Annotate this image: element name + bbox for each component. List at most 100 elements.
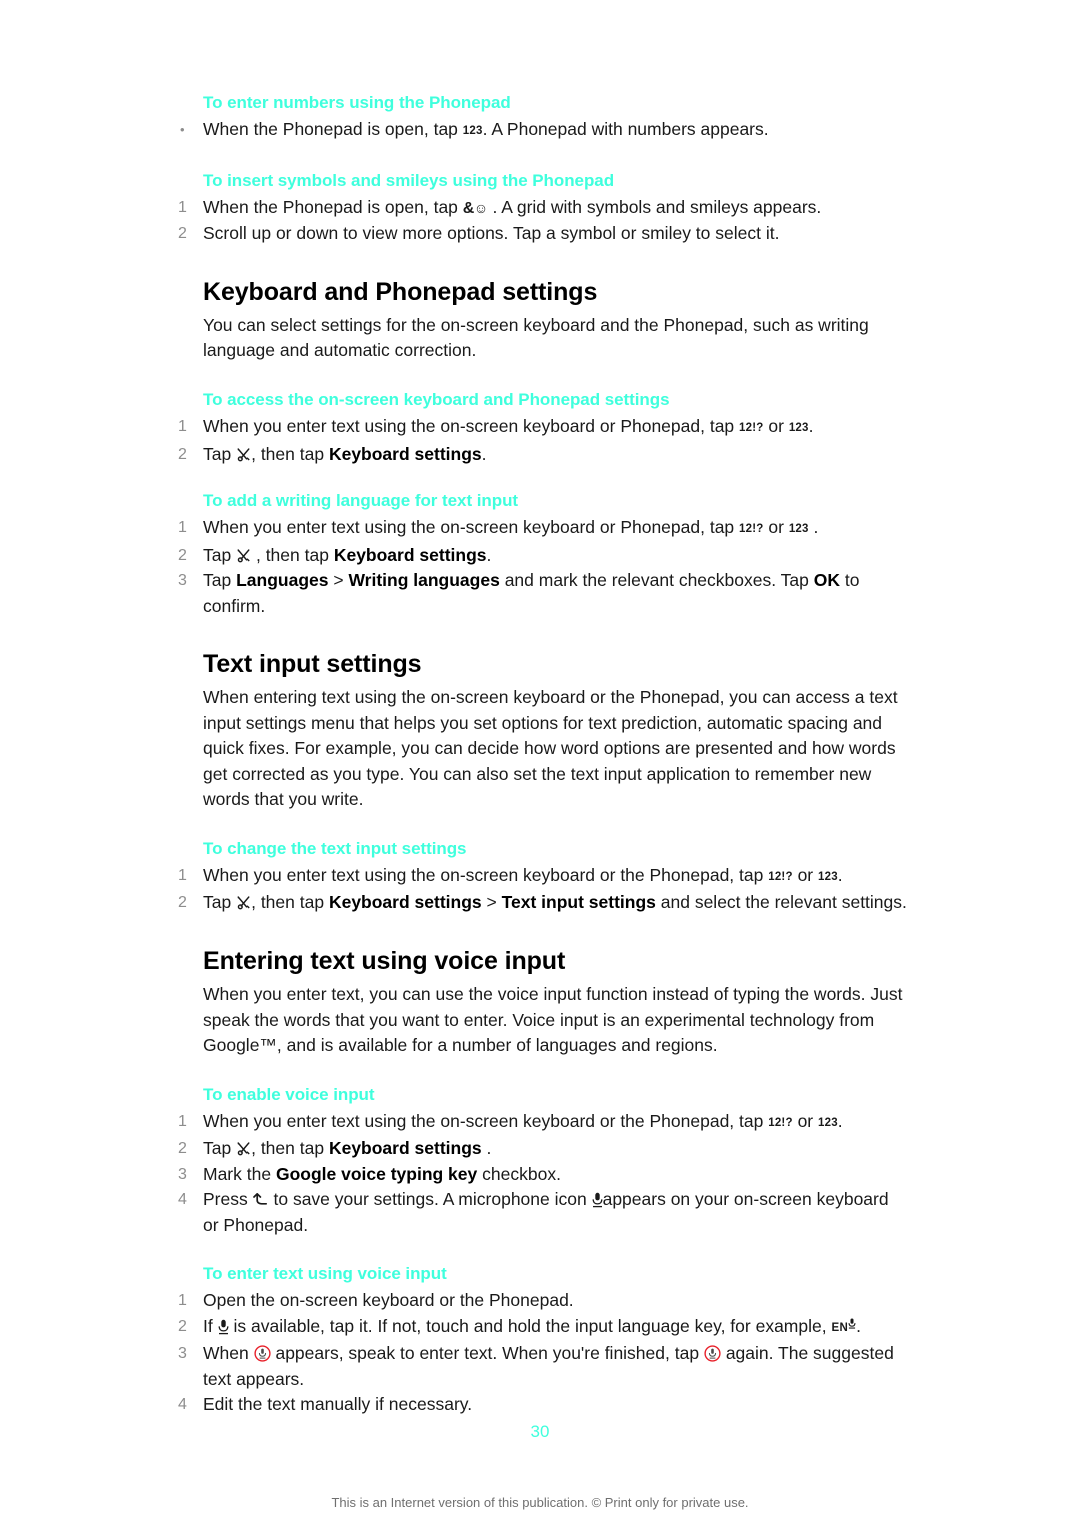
step-bold-term-1: Keyboard settings bbox=[328, 892, 482, 913]
microphone-icon-small bbox=[848, 1318, 856, 1329]
procedure-change-text-input: To change the text input settings 1 When … bbox=[178, 838, 908, 916]
step-text-b: checkbox. bbox=[482, 1163, 561, 1184]
step-text-d: and select the relevant settings. bbox=[660, 892, 907, 913]
microphone-icon bbox=[592, 1192, 603, 1208]
step-marker: 3 bbox=[178, 1165, 187, 1183]
step-marker: 2 bbox=[178, 546, 187, 564]
step-marker: 2 bbox=[178, 894, 187, 912]
step-text-c: . bbox=[486, 1138, 492, 1159]
step-marker: 2 bbox=[178, 1317, 187, 1335]
step-bold-term-3: OK bbox=[813, 570, 840, 591]
step-list: 1 Open the on-screen keyboard or the Phon… bbox=[178, 1288, 908, 1418]
step-marker: 4 bbox=[178, 1191, 187, 1209]
procedure-title: To access the on-screen keyboard and Pho… bbox=[203, 389, 670, 409]
step-text-a: Mark the bbox=[203, 1163, 272, 1184]
list-item: 3 Tap Languages > Writing languages and m… bbox=[178, 568, 908, 619]
tools-icon bbox=[236, 447, 251, 462]
list-item: 1 When you enter text using the on-screen… bbox=[178, 1109, 908, 1137]
step-text-b: appears, speak to enter text. When you'r… bbox=[275, 1343, 700, 1364]
step-text-c: . bbox=[481, 443, 487, 464]
procedure-title: To insert symbols and smileys using the … bbox=[203, 170, 615, 190]
symbols-key-icon: 12!? bbox=[768, 870, 793, 883]
step-marker: 1 bbox=[178, 866, 187, 884]
tools-icon bbox=[236, 1141, 251, 1156]
bullet-marker: • bbox=[180, 122, 185, 138]
section-keyboard-phonepad-settings: Keyboard and Phonepad settings You can s… bbox=[178, 277, 908, 364]
step-text-b: is available, tap it. If not, touch and … bbox=[233, 1315, 827, 1336]
section-heading: Keyboard and Phonepad settings bbox=[203, 277, 598, 306]
symbols-smileys-key-icon: &☺ bbox=[462, 199, 488, 217]
step-text-or: or bbox=[797, 1110, 814, 1131]
step-text-b: , then tap bbox=[255, 544, 329, 565]
list-item: 1 When you enter text using the on-screen… bbox=[178, 515, 908, 543]
step-text-a: Tap bbox=[203, 443, 232, 464]
numbers-key-icon: 123 bbox=[788, 422, 809, 435]
section-intro-paragraph: You can select settings for the on-scree… bbox=[203, 314, 869, 361]
step-marker: 1 bbox=[178, 418, 187, 436]
step-marker: 1 bbox=[178, 1112, 187, 1130]
footer-note: This is an Internet version of this publ… bbox=[331, 1495, 749, 1510]
step-bold-term: Keyboard settings bbox=[328, 1138, 482, 1159]
step-list: 1 When you enter text using the on-screen… bbox=[178, 515, 908, 619]
procedure-enable-voice: To enable voice input 1 When you enter te… bbox=[178, 1084, 908, 1239]
list-item: • When the Phonepad is open, tap 123. A P… bbox=[178, 117, 908, 145]
step-text-a: When you enter text using the on-screen … bbox=[203, 416, 735, 437]
document-page: To enter numbers using the Phonepad • Whe… bbox=[0, 0, 1080, 1527]
step-text-a: When the Phonepad is open, tap bbox=[203, 196, 458, 217]
step-text-sep: > bbox=[486, 892, 497, 913]
step-text: Scroll up or down to view more options. … bbox=[203, 223, 780, 244]
list-item: 2 Tap , then tap Keyboard settings. bbox=[178, 543, 908, 569]
language-key-icon: EN bbox=[831, 1318, 856, 1334]
step-list: 1 When you enter text using the on-screen… bbox=[178, 414, 908, 467]
step-text-a: When you enter text using the on-screen … bbox=[203, 517, 735, 538]
step-text-or: or bbox=[797, 864, 814, 885]
step-text-or: or bbox=[768, 416, 784, 437]
step-marker: 3 bbox=[178, 572, 187, 590]
section-intro-paragraph: When entering text using the on-screen k… bbox=[203, 687, 898, 810]
step-marker: 1 bbox=[178, 198, 187, 216]
procedure-title: To enable voice input bbox=[203, 1084, 375, 1104]
step-bold-term: Google voice typing key bbox=[275, 1163, 478, 1184]
step-text-a: When you enter text using the on-screen … bbox=[203, 864, 764, 885]
list-item: 3 Mark the Google voice typing key checkb… bbox=[178, 1162, 908, 1188]
step-list: 1 When you enter text using the on-screen… bbox=[178, 863, 908, 916]
numbers-key-icon: 123 bbox=[818, 1116, 838, 1129]
step-text-b: . bbox=[837, 1110, 843, 1131]
section-voice-input: Entering text using voice input When you… bbox=[178, 946, 908, 1059]
step-text-a: Press bbox=[203, 1189, 248, 1210]
procedure-enter-voice: To enter text using voice input 1 Open th… bbox=[178, 1263, 908, 1418]
step-text-b: . bbox=[837, 864, 843, 885]
step-bold-term-1: Languages bbox=[236, 570, 329, 591]
symbols-key-icon: 12!? bbox=[739, 523, 764, 536]
step-text-a: Tap bbox=[203, 544, 232, 565]
step-text-a: If bbox=[203, 1315, 213, 1336]
numbers-key-icon: 123 bbox=[818, 870, 838, 883]
microphone-record-icon bbox=[704, 1345, 721, 1363]
microphone-record-icon bbox=[253, 1345, 271, 1363]
numbers-key-icon: 123 bbox=[788, 523, 809, 536]
step-marker: 4 bbox=[178, 1396, 187, 1414]
step-text-c: . bbox=[486, 544, 492, 565]
step-bold-term: Keyboard settings bbox=[333, 544, 487, 565]
tools-icon bbox=[236, 895, 251, 910]
step-text-b: , then tap bbox=[251, 443, 325, 464]
section-text-input-settings: Text input settings When entering text u… bbox=[178, 649, 908, 813]
step-text: Edit the text manually if necessary. bbox=[203, 1394, 473, 1415]
step-marker: 2 bbox=[178, 445, 187, 463]
list-item: 1 When you enter text using the on-screen… bbox=[178, 414, 908, 442]
list-item: 2 Tap , then tap Keyboard settings . bbox=[178, 1136, 908, 1162]
step-text-a: Tap bbox=[203, 1138, 232, 1159]
list-item: 4 Press to save your settings. A micropho… bbox=[178, 1187, 908, 1238]
step-text-b: . A grid with symbols and smileys appear… bbox=[492, 196, 822, 217]
microphone-icon bbox=[218, 1319, 229, 1335]
step-marker: 2 bbox=[178, 225, 187, 243]
step-marker: 1 bbox=[178, 1292, 187, 1310]
step-bold-term-2: Text input settings bbox=[501, 892, 656, 913]
step-text-c: and mark the relevant checkboxes. Tap bbox=[504, 570, 809, 591]
step-text-b: . bbox=[808, 416, 814, 437]
list-item: 2 Tap , then tap Keyboard settings. bbox=[178, 442, 908, 468]
step-text-a: When the Phonepad is open, tap bbox=[203, 119, 458, 140]
step-text-a: When bbox=[203, 1343, 249, 1364]
procedure-insert-symbols: To insert symbols and smileys using the … bbox=[178, 170, 908, 247]
step-bold-term-2: Writing languages bbox=[348, 570, 500, 591]
